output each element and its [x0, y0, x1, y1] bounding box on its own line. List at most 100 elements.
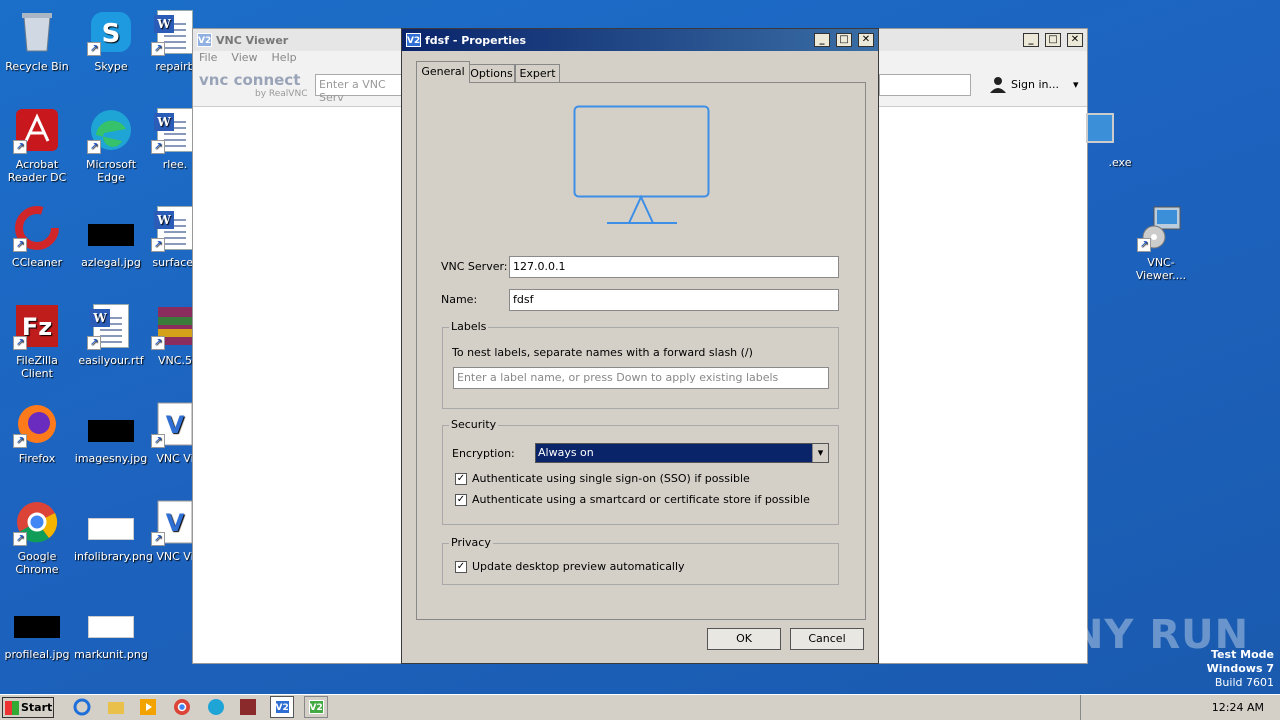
preview-label: Update desktop preview automatically: [472, 560, 685, 573]
desktop-icon-label: markunit.png: [74, 648, 148, 661]
vnc-address-input[interactable]: Enter a VNC Serv: [315, 74, 405, 104]
filezilla-icon: Fz ↗: [13, 302, 61, 350]
shortcut-arrow-icon: ↗: [13, 532, 27, 546]
tab-general[interactable]: General: [416, 61, 470, 83]
desktop-icon[interactable]: W ↗ easilyour.rtf: [74, 302, 148, 367]
shortcut-arrow-icon: ↗: [87, 336, 101, 350]
desktop-icon-vnc-viewer-installer[interactable]: ↗ VNC-Viewer....: [1124, 204, 1198, 282]
menu-file[interactable]: File: [199, 51, 217, 67]
vnc-icon: V2: [406, 33, 421, 47]
installer-icon: [1076, 104, 1124, 152]
menu-help[interactable]: Help: [272, 51, 297, 67]
desktop-icon-exe[interactable]: .exe: [1063, 104, 1137, 169]
clock[interactable]: 12:24 AM: [1212, 701, 1264, 714]
vnc-server-label: VNC Server:: [441, 260, 508, 273]
svg-text:V: V: [166, 411, 185, 439]
desktop-icon[interactable]: S ↗ Skype: [74, 8, 148, 73]
desktop-icon[interactable]: azlegal.jpg: [74, 204, 148, 269]
search-input[interactable]: [879, 74, 971, 96]
close-button[interactable]: ✕: [1067, 33, 1083, 47]
security-group: Security Encryption: Always on ▾ ✓ Authe…: [442, 418, 839, 525]
ccleaner-icon: ↗: [13, 204, 61, 252]
maximize-button[interactable]: □: [1045, 33, 1061, 47]
vnc-viewer-taskbar-icon[interactable]: V2: [270, 696, 294, 718]
minimize-button[interactable]: _: [1023, 33, 1039, 47]
svg-text:S: S: [102, 19, 121, 49]
menu-view[interactable]: View: [231, 51, 257, 67]
image-file-icon: [87, 400, 135, 448]
recycle-bin-icon: [13, 8, 61, 56]
logo-subtitle: by RealVNC: [255, 89, 308, 99]
desktop-icon[interactable]: ↗ Google Chrome: [0, 498, 74, 576]
windows-logo-icon: [5, 700, 19, 715]
smartcard-checkbox[interactable]: ✓ Authenticate using a smartcard or cert…: [455, 493, 810, 506]
windows-version: Windows 7: [1206, 662, 1274, 675]
security-group-title: Security: [449, 418, 499, 431]
explorer-icon[interactable]: [104, 696, 128, 718]
vnc-server-input[interactable]: 127.0.0.1: [509, 256, 839, 278]
desktop-icon-label: profileal.jpg: [4, 648, 70, 661]
name-input[interactable]: fdsf: [509, 289, 839, 311]
ie-icon[interactable]: [70, 696, 94, 718]
chrome-icon[interactable]: [170, 696, 194, 718]
properties-dialog[interactable]: V2 fdsf - Properties _ □ ✕ General Optio…: [401, 28, 879, 664]
edge-icon[interactable]: [204, 696, 228, 718]
desktop-icon[interactable]: profileal.jpg: [0, 596, 74, 661]
desktop-icon-label: Google Chrome: [15, 550, 59, 576]
desktop-icon[interactable]: Recycle Bin: [0, 8, 74, 73]
desktop-icon[interactable]: Fz ↗ FileZilla Client: [0, 302, 74, 380]
shortcut-arrow-icon: ↗: [151, 238, 165, 252]
desktop-icon-label: FileZilla Client: [16, 354, 58, 380]
label-input[interactable]: Enter a label name, or press Down to app…: [453, 367, 829, 389]
vnc-dialog-taskbar-icon[interactable]: V2: [304, 696, 328, 718]
image-file-icon: [87, 498, 135, 546]
desktop-icon-label: .exe: [1108, 156, 1132, 169]
maximize-button[interactable]: □: [836, 33, 852, 47]
vnc-connect-logo: vnc connect: [199, 71, 301, 89]
desktop-icon-label: CCleaner: [11, 256, 63, 269]
desktop-icon-label: VNC-Viewer....: [1135, 256, 1187, 282]
desktop-icon-label: azlegal.jpg: [81, 256, 141, 269]
shortcut-arrow-icon: ↗: [87, 42, 101, 56]
winrar-icon[interactable]: [236, 696, 260, 718]
desktop-icon-label: easilyour.rtf: [78, 354, 144, 367]
desktop-icon[interactable]: ↗ Acrobat Reader DC: [0, 106, 74, 184]
tab-options[interactable]: Options: [468, 64, 515, 82]
desktop-icon-label: infolibrary.png: [74, 550, 153, 563]
sso-label: Authenticate using single sign-on (SSO) …: [472, 472, 750, 485]
sidebar-panel: [193, 107, 401, 663]
start-button[interactable]: Start: [2, 697, 54, 718]
shortcut-arrow-icon: ↗: [151, 140, 165, 154]
sso-checkbox[interactable]: ✓ Authenticate using single sign-on (SSO…: [455, 472, 750, 485]
skype-icon: S ↗: [87, 8, 135, 56]
cancel-button[interactable]: Cancel: [790, 628, 864, 650]
build-number: Build 7601: [1214, 676, 1274, 689]
desktop-icon[interactable]: ↗ Firefox: [0, 400, 74, 465]
desktop-icon[interactable]: infolibrary.png: [74, 498, 153, 563]
media-player-icon[interactable]: [136, 696, 160, 718]
minimize-button[interactable]: _: [814, 33, 830, 47]
labels-group-title: Labels: [449, 320, 489, 333]
desktop-icon[interactable]: imagesny.jpg: [74, 400, 148, 465]
image-file-icon: [87, 596, 135, 644]
monitor-icon: [573, 105, 710, 224]
vnc-viewer-title: VNC Viewer: [216, 33, 289, 47]
tab-expert[interactable]: Expert: [515, 64, 560, 82]
start-label: Start: [21, 701, 53, 714]
svg-text:V: V: [166, 509, 185, 537]
desktop-icon[interactable]: markunit.png: [74, 596, 148, 661]
desktop-icon-label: Skype: [94, 60, 128, 73]
shortcut-arrow-icon: ↗: [13, 140, 27, 154]
desktop-icon[interactable]: ↗ CCleaner: [0, 204, 74, 269]
close-button[interactable]: ✕: [858, 33, 874, 47]
preview-checkbox[interactable]: ✓ Update desktop preview automatically: [455, 560, 685, 573]
chevron-down-icon[interactable]: ▾: [812, 444, 828, 462]
word-doc-icon: W ↗: [87, 302, 135, 350]
desktop-icon[interactable]: ↗ Microsoft Edge: [74, 106, 148, 184]
ok-button[interactable]: OK: [707, 628, 781, 650]
sign-in-button[interactable]: Sign in... ▾: [989, 75, 1079, 93]
user-icon: [990, 77, 1006, 93]
image-file-icon: [13, 596, 61, 644]
dialog-titlebar[interactable]: V2 fdsf - Properties _ □ ✕: [402, 29, 878, 51]
encryption-select[interactable]: Always on ▾: [535, 443, 829, 463]
